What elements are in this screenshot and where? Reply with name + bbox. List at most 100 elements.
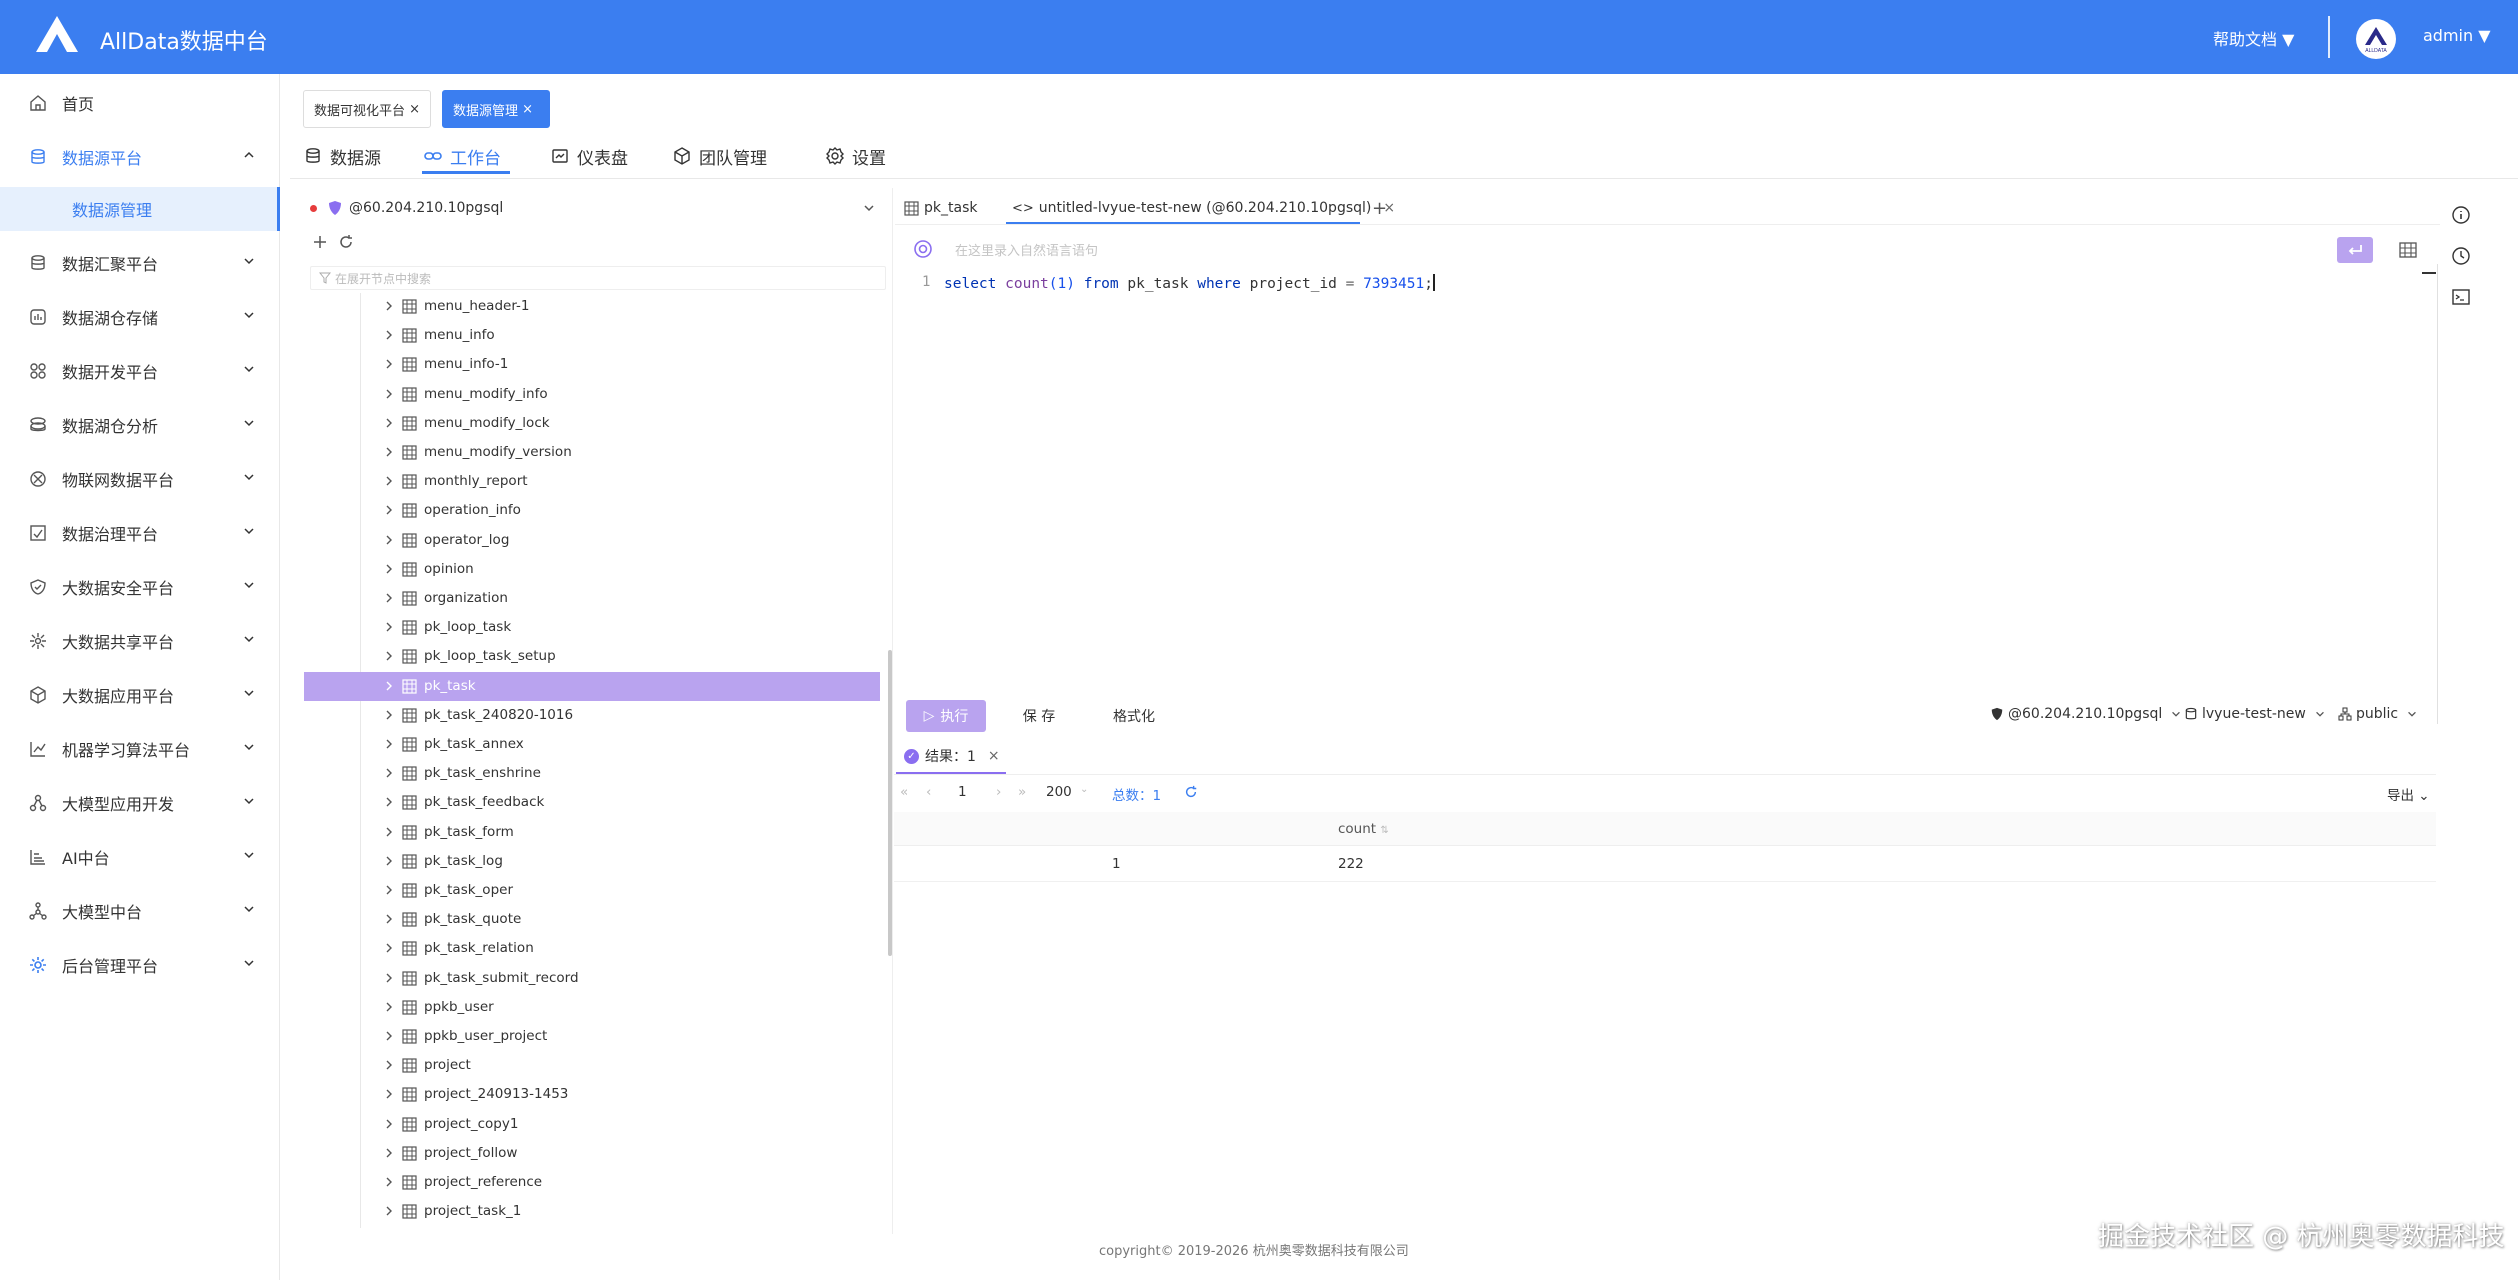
history-icon[interactable] bbox=[2450, 245, 2472, 267]
close-icon[interactable]: × bbox=[409, 102, 420, 117]
run-button[interactable]: ▷ 执行 bbox=[906, 700, 986, 732]
tree-item[interactable]: pk_task_oper bbox=[304, 876, 880, 905]
sidebar-item-lakehouse-analysis[interactable]: 数据湖仓分析 bbox=[0, 403, 280, 447]
next-page-icon[interactable]: › bbox=[996, 784, 1001, 800]
tree-item[interactable]: project_reference bbox=[304, 1168, 880, 1197]
tree-filter-input[interactable]: 在展开节点中搜索 bbox=[310, 266, 886, 290]
chevron-right-icon[interactable] bbox=[384, 505, 394, 515]
ai-assistant-icon[interactable] bbox=[913, 239, 933, 259]
last-page-icon[interactable]: » bbox=[1018, 784, 1026, 800]
tree-item[interactable]: project_task_1 bbox=[304, 1197, 880, 1226]
chevron-right-icon[interactable] bbox=[384, 827, 394, 837]
sidebar-item-iot-platform[interactable]: 物联网数据平台 bbox=[0, 457, 280, 501]
tree-item[interactable]: project_copy1 bbox=[304, 1110, 880, 1139]
sidebar-item-bigdata-application[interactable]: 大数据应用平台 bbox=[0, 673, 280, 717]
chevron-right-icon[interactable] bbox=[384, 1148, 394, 1158]
tab-settings[interactable]: 设置 bbox=[826, 141, 886, 171]
tree-item[interactable]: pk_task_240820-1016 bbox=[304, 701, 880, 730]
sidebar-item-bigdata-security[interactable]: 大数据安全平台 bbox=[0, 565, 280, 609]
tab-dashboard[interactable]: 仪表盘 bbox=[551, 141, 628, 171]
sidebar-item-home[interactable]: 首页 bbox=[0, 81, 280, 125]
export-button[interactable]: 导出 ⌄ bbox=[2387, 784, 2430, 804]
run-database-select[interactable]: lvyue-test-new bbox=[2184, 706, 2326, 722]
tree-item[interactable]: menu_modify_info bbox=[304, 380, 880, 409]
chevron-right-icon[interactable] bbox=[384, 914, 394, 924]
sidebar-subitem-datasource-management[interactable]: 数据源管理 bbox=[0, 187, 280, 231]
tree-item[interactable]: pk_loop_task bbox=[304, 613, 880, 642]
sidebar-item-ai-platform[interactable]: AI中台 bbox=[0, 835, 280, 879]
chevron-right-icon[interactable] bbox=[384, 418, 394, 428]
chevron-right-icon[interactable] bbox=[384, 973, 394, 983]
avatar[interactable]: ALLDATA bbox=[2356, 19, 2396, 59]
panel-splitter[interactable] bbox=[892, 188, 893, 1234]
chevron-right-icon[interactable] bbox=[384, 768, 394, 778]
sidebar-item-data-governance[interactable]: 数据治理平台 bbox=[0, 511, 280, 555]
chevron-right-icon[interactable] bbox=[384, 330, 394, 340]
add-icon[interactable] bbox=[312, 234, 328, 250]
first-page-icon[interactable]: « bbox=[900, 784, 908, 800]
tab-datasource[interactable]: 数据源 bbox=[304, 141, 381, 171]
close-icon[interactable]: × bbox=[988, 748, 1000, 764]
sidebar-item-data-development[interactable]: 数据开发平台 bbox=[0, 349, 280, 393]
chevron-right-icon[interactable] bbox=[384, 1177, 394, 1187]
sidebar-item-data-aggregation[interactable]: 数据汇聚平台 bbox=[0, 241, 280, 285]
chevron-right-icon[interactable] bbox=[384, 535, 394, 545]
tree-item[interactable]: ppkb_user_project bbox=[304, 1022, 880, 1051]
sidebar-item-llm-platform[interactable]: 大模型中台 bbox=[0, 889, 280, 933]
chevron-right-icon[interactable] bbox=[384, 593, 394, 603]
terminal-icon[interactable] bbox=[2450, 286, 2472, 308]
sort-icon[interactable]: ⇅ bbox=[1380, 825, 1388, 836]
sidebar-item-llm-app-dev[interactable]: 大模型应用开发 bbox=[0, 781, 280, 825]
chevron-right-icon[interactable] bbox=[384, 476, 394, 486]
add-tab-button[interactable]: + bbox=[1372, 196, 1387, 220]
tree-item[interactable]: project_240913-1453 bbox=[304, 1080, 880, 1109]
tree-item[interactable]: menu_modify_lock bbox=[304, 409, 880, 438]
page-input[interactable]: 1 bbox=[958, 784, 967, 800]
chevron-right-icon[interactable] bbox=[384, 739, 394, 749]
help-docs-menu[interactable]: 帮助文档 ▼ bbox=[2213, 26, 2294, 50]
editor-tab-pk-task[interactable]: pk_task bbox=[904, 196, 977, 220]
tree-item[interactable]: pk_task_submit_record bbox=[304, 964, 880, 993]
tree-item[interactable]: opinion bbox=[304, 555, 880, 584]
page-tag-visualization[interactable]: 数据可视化平台 × bbox=[303, 90, 431, 128]
chevron-right-icon[interactable] bbox=[384, 359, 394, 369]
chevron-right-icon[interactable] bbox=[384, 1031, 394, 1041]
save-button[interactable]: 保 存 bbox=[1004, 700, 1074, 732]
tree-item[interactable]: project bbox=[304, 1051, 880, 1080]
tab-workbench[interactable]: 工作台 bbox=[424, 141, 501, 171]
chevron-right-icon[interactable] bbox=[384, 1119, 394, 1129]
chevron-right-icon[interactable] bbox=[384, 1002, 394, 1012]
chevron-right-icon[interactable] bbox=[384, 622, 394, 632]
prev-page-icon[interactable]: ‹ bbox=[926, 784, 931, 800]
chevron-right-icon[interactable] bbox=[384, 856, 394, 866]
sidebar-item-lakehouse-storage[interactable]: 数据湖仓存储 bbox=[0, 295, 280, 339]
tab-team-management[interactable]: 团队管理 bbox=[673, 141, 767, 171]
tree-item[interactable]: pk_loop_task_setup bbox=[304, 642, 880, 671]
user-menu[interactable]: admin ▼ bbox=[2423, 26, 2491, 45]
tree-item[interactable]: menu_info-1 bbox=[304, 350, 880, 379]
run-schema-select[interactable]: public bbox=[2338, 706, 2418, 722]
chevron-right-icon[interactable] bbox=[384, 681, 394, 691]
refresh-icon[interactable] bbox=[338, 234, 354, 250]
page-size-select[interactable]: 200 bbox=[1046, 784, 1072, 800]
tree-item[interactable]: pk_task_quote bbox=[304, 905, 880, 934]
tree-item[interactable]: pk_task_feedback bbox=[304, 788, 880, 817]
tree-item[interactable]: project_follow bbox=[304, 1139, 880, 1168]
sidebar-item-datasource-platform[interactable]: 数据源平台 bbox=[0, 135, 280, 179]
page-tag-datasource-management[interactable]: 数据源管理 × bbox=[442, 90, 550, 128]
sidebar-item-ml-platform[interactable]: 机器学习算法平台 bbox=[0, 727, 280, 771]
chevron-right-icon[interactable] bbox=[384, 389, 394, 399]
chevron-right-icon[interactable] bbox=[384, 1206, 394, 1216]
result-tab[interactable]: ✓ 结果：1 × bbox=[896, 738, 1000, 774]
format-button[interactable]: 格式化 bbox=[1094, 700, 1174, 732]
tree-item[interactable]: organization bbox=[304, 584, 880, 613]
chevron-right-icon[interactable] bbox=[384, 1060, 394, 1070]
tree-item[interactable]: menu_info bbox=[304, 321, 880, 350]
tree-item[interactable]: menu_modify_version bbox=[304, 438, 880, 467]
chevron-right-icon[interactable] bbox=[384, 943, 394, 953]
sidebar-item-admin-platform[interactable]: 后台管理平台 bbox=[0, 943, 280, 987]
tree-item[interactable]: pk_task_form bbox=[304, 818, 880, 847]
tree-item[interactable]: operator_log bbox=[304, 526, 880, 555]
table-view-icon[interactable] bbox=[2399, 241, 2417, 259]
run-datasource-select[interactable]: @60.204.210.10pgsql bbox=[1990, 706, 2182, 722]
